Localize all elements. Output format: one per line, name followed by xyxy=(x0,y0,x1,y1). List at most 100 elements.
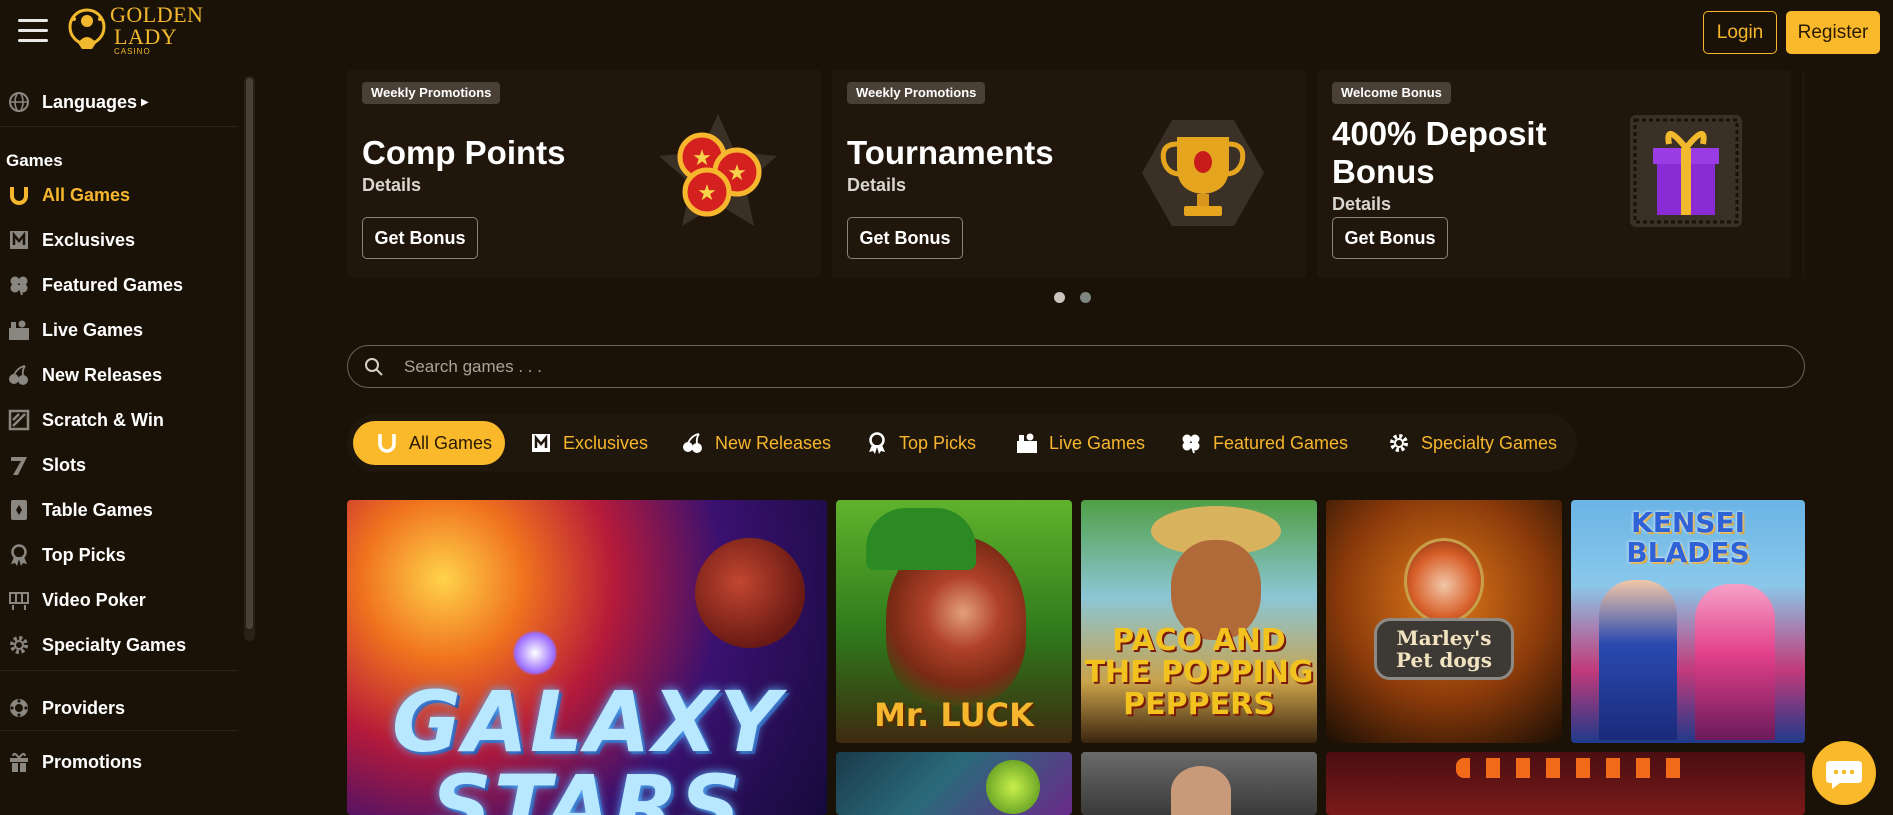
gangster-face-image xyxy=(1171,766,1231,815)
scratch-card-icon xyxy=(8,409,30,431)
sidebar-item-all-games[interactable]: All Games xyxy=(0,175,238,215)
game-title-art: PACO AND THE POPPING PEPPERS xyxy=(1084,623,1314,722)
promo-details-link[interactable]: Details xyxy=(847,175,906,196)
game-tile-galaxy-stars[interactable]: GALAXY STARS xyxy=(347,500,827,815)
sidebar-item-promotions[interactable]: Promotions xyxy=(0,742,238,782)
search-bar xyxy=(347,345,1805,388)
promo-title: 400% Deposit Bonus xyxy=(1332,115,1547,190)
promo-details-link[interactable]: Details xyxy=(1332,194,1391,215)
sidebar-item-slots[interactable]: Slots xyxy=(0,445,238,485)
trophy-icon xyxy=(1142,120,1264,226)
sidebar-item-featured-games[interactable]: Featured Games xyxy=(0,265,238,305)
divider xyxy=(0,126,238,127)
promo-card-comp-points[interactable]: Weekly Promotions Comp Points Details Ge… xyxy=(347,70,821,278)
exclusive-icon xyxy=(529,431,553,455)
game-title-art: KENSEI BLADES xyxy=(1626,506,1750,569)
top-header: GOLDEN LADY CASINO Login Register xyxy=(0,0,1893,64)
search-icon xyxy=(365,358,383,376)
live-chat-button[interactable] xyxy=(1812,741,1876,805)
sidebar-item-specialty-games[interactable]: Specialty Games xyxy=(0,625,238,665)
promo-title: Comp Points xyxy=(362,134,566,171)
hamburger-menu-icon[interactable] xyxy=(18,19,48,43)
get-bonus-button[interactable]: Get Bonus xyxy=(847,217,963,259)
register-button[interactable]: Register xyxy=(1786,11,1880,54)
get-bonus-button[interactable]: Get Bonus xyxy=(362,217,478,259)
tab-exclusives[interactable]: Exclusives xyxy=(529,421,648,465)
samurai-warrior-image xyxy=(1599,580,1677,740)
pink-warrior-image xyxy=(1695,584,1775,740)
gear-icon xyxy=(8,634,30,656)
glow-orb xyxy=(512,630,558,676)
carousel-dot-2[interactable] xyxy=(1080,292,1091,303)
sidebar-item-new-releases[interactable]: New Releases xyxy=(0,355,238,395)
tab-label: Live Games xyxy=(1049,432,1146,453)
game-tile-paco-popping-peppers[interactable]: PACO AND THE POPPING PEPPERS xyxy=(1081,500,1317,743)
cards-icon xyxy=(8,499,30,521)
sidebar-item-label: Featured Games xyxy=(42,274,184,295)
sidebar-scrollbar-thumb[interactable] xyxy=(246,78,253,629)
promo-card-deposit-bonus[interactable]: Welcome Bonus 400% Deposit Bonus Details… xyxy=(1317,70,1791,278)
sidebar-item-providers[interactable]: Providers xyxy=(0,688,238,728)
sidebar-item-label: All Games xyxy=(42,184,131,205)
tab-top-picks[interactable]: Top Picks xyxy=(865,421,976,465)
tab-all-games[interactable]: All Games xyxy=(353,421,505,465)
clover-icon xyxy=(8,274,30,296)
exclusive-icon xyxy=(8,229,30,251)
tab-specialty-games[interactable]: Specialty Games xyxy=(1387,421,1557,465)
sidebar-item-label: Slots xyxy=(42,454,87,475)
sidebar-item-label: Providers xyxy=(42,697,126,718)
sidebar-item-label: Scratch & Win xyxy=(42,409,164,430)
tab-new-releases[interactable]: New Releases xyxy=(681,421,831,465)
gift-icon xyxy=(8,751,30,773)
sidebar-item-label: Table Games xyxy=(42,499,153,520)
sidebar-item-scratch-win[interactable]: Scratch & Win xyxy=(0,400,238,440)
game-tile-row2-1[interactable] xyxy=(836,752,1072,815)
sidebar-item-video-poker[interactable]: Video Poker xyxy=(0,580,238,620)
tab-live-games[interactable]: Live Games xyxy=(1015,421,1145,465)
divider xyxy=(0,670,238,671)
game-title-art: Marley's Pet dogs xyxy=(1374,618,1514,680)
girl-portrait-image xyxy=(1404,538,1484,624)
caret-right-icon: ▶ xyxy=(141,96,149,108)
sidebar-item-live-games[interactable]: Live Games xyxy=(0,310,238,350)
login-button[interactable]: Login xyxy=(1703,11,1777,54)
get-bonus-button[interactable]: Get Bonus xyxy=(1332,217,1448,259)
svg-text:★: ★ xyxy=(727,160,747,185)
logo-subtitle: CASINO xyxy=(114,47,151,56)
promo-title: Tournaments xyxy=(847,134,1054,171)
promo-card-tournaments[interactable]: Weekly Promotions Tournaments Details Ge… xyxy=(832,70,1306,278)
tab-label: All Games xyxy=(409,432,493,453)
tab-label: Featured Games xyxy=(1213,432,1349,453)
cherries-icon xyxy=(8,364,30,386)
game-tile-row2-3[interactable] xyxy=(1326,752,1805,815)
sidebar-item-label: Specialty Games xyxy=(42,634,187,655)
game-tile-row2-2[interactable] xyxy=(1081,752,1317,815)
horseshoe-icon xyxy=(8,184,30,206)
game-title-art: Mr. LUCK xyxy=(874,696,1034,734)
tab-label: Top Picks xyxy=(899,432,977,453)
game-tile-mr-luck[interactable]: Mr. LUCK xyxy=(836,500,1072,743)
sidebar-item-table-games[interactable]: Table Games xyxy=(0,490,238,530)
promo-details-link[interactable]: Details xyxy=(362,175,421,196)
sidebar-item-languages[interactable]: Languages ▶ xyxy=(0,82,238,122)
sidebar-item-label: Exclusives xyxy=(42,229,136,250)
tab-label: New Releases xyxy=(715,432,832,453)
tab-featured-games[interactable]: Featured Games xyxy=(1179,421,1348,465)
sidebar-item-exclusives[interactable]: Exclusives xyxy=(0,220,238,260)
search-input[interactable] xyxy=(404,352,1784,382)
tab-label: Exclusives xyxy=(563,432,649,453)
neon-planet-image xyxy=(986,760,1040,814)
svg-text:★: ★ xyxy=(697,180,717,205)
game-tile-marleys-pet-dogs[interactable]: Marley's Pet dogs xyxy=(1326,500,1562,743)
horseshoe-icon xyxy=(375,431,399,455)
planet-image xyxy=(695,538,805,648)
live-dealer-icon xyxy=(1015,431,1039,455)
gift-box-icon xyxy=(1630,115,1742,227)
golden-lady-logo[interactable]: GOLDEN LADY CASINO xyxy=(66,2,206,58)
game-tile-kensei-blades[interactable]: KENSEI BLADES xyxy=(1571,500,1805,743)
carousel-dot-1[interactable] xyxy=(1054,292,1065,303)
sidebar-item-top-picks[interactable]: Top Picks xyxy=(0,535,238,575)
poker-machine-icon xyxy=(8,589,30,611)
promo-tag: Weekly Promotions xyxy=(847,82,986,104)
globe-icon xyxy=(8,91,30,113)
